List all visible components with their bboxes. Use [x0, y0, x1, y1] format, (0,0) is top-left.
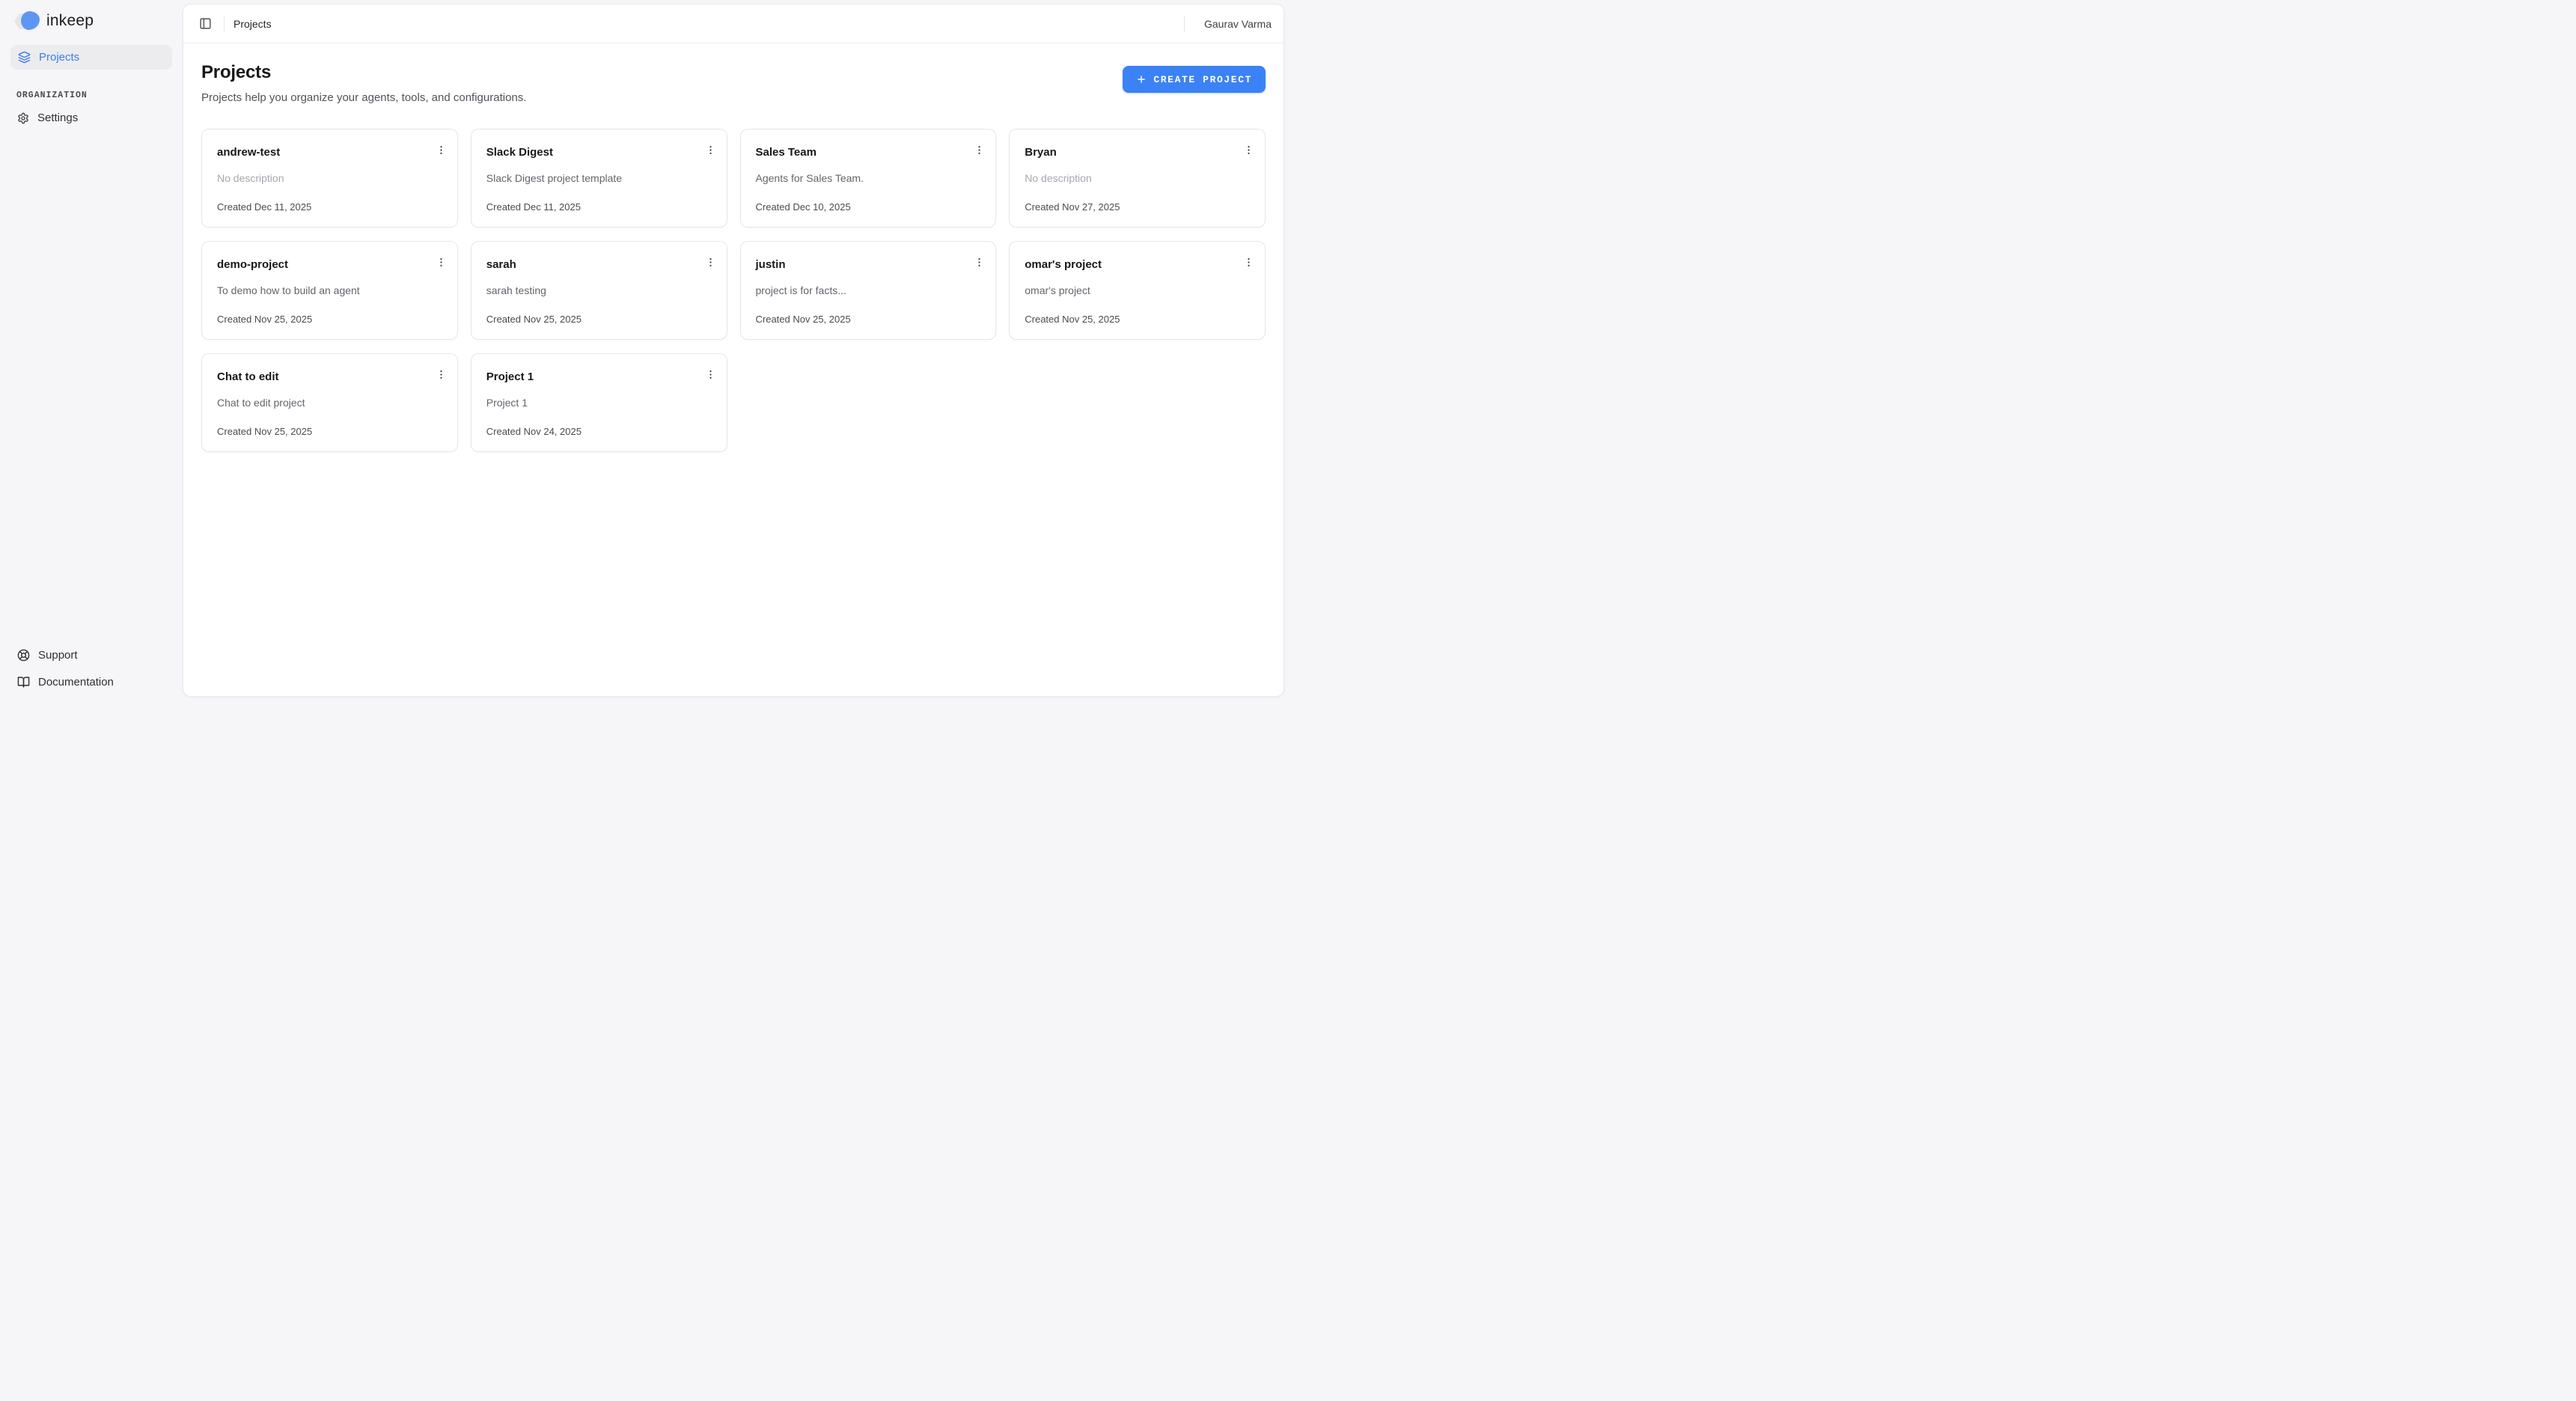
project-menu-button[interactable] — [1242, 255, 1256, 269]
project-created-date: Created Nov 25, 2025 — [486, 314, 712, 326]
organization-section-label: ORGANIZATION — [0, 91, 183, 100]
project-description: project is for facts... — [756, 284, 981, 297]
inkeep-logo[interactable]: inkeep — [0, 10, 183, 32]
page-header: Projects Projects help you organize your… — [201, 62, 1266, 104]
project-description: Chat to edit project — [217, 396, 442, 409]
project-description: sarah testing — [486, 284, 712, 297]
project-created-date: Created Nov 24, 2025 — [486, 426, 712, 438]
project-description: Project 1 — [486, 396, 712, 409]
project-menu-button[interactable] — [972, 143, 986, 157]
sidebar-item-support[interactable]: Support — [0, 644, 183, 666]
kebab-icon — [1243, 257, 1254, 268]
kebab-icon — [974, 144, 985, 156]
project-name: omar's project — [1025, 257, 1102, 272]
sidebar-item-label: Projects — [39, 51, 79, 64]
plus-icon — [1136, 74, 1147, 85]
project-created-date: Created Nov 25, 2025 — [1025, 314, 1250, 326]
projects-grid: andrew-test No description Created Dec 1… — [201, 129, 1266, 452]
project-description: Agents for Sales Team. — [756, 171, 981, 185]
project-description: To demo how to build an agent — [217, 284, 442, 297]
create-project-button[interactable]: CREATE PROJECT — [1123, 66, 1266, 93]
project-created-date: Created Nov 25, 2025 — [217, 426, 442, 438]
sidebar-item-label: Support — [38, 649, 78, 662]
project-menu-button[interactable] — [972, 255, 986, 269]
project-description: omar's project — [1025, 284, 1250, 297]
sidebar-nav: Projects — [0, 45, 183, 70]
sidebar-footer: Support Documentation — [0, 644, 183, 693]
topbar-divider — [224, 16, 225, 32]
kebab-icon — [705, 369, 716, 380]
project-menu-button[interactable] — [703, 255, 718, 269]
project-menu-button[interactable] — [703, 367, 718, 382]
project-name: sarah — [486, 257, 516, 272]
project-name: andrew-test — [217, 145, 280, 160]
project-card[interactable]: Slack Digest Slack Digest project templa… — [471, 129, 727, 228]
project-card[interactable]: Project 1 Project 1 Created Nov 24, 2025 — [471, 353, 727, 452]
project-name: Slack Digest — [486, 145, 553, 160]
project-menu-button[interactable] — [434, 255, 448, 269]
project-name: Sales Team — [756, 145, 817, 160]
sidebar: inkeep Projects ORGANIZATION Settings — [0, 0, 183, 700]
kebab-icon — [436, 369, 447, 380]
sidebar-item-projects[interactable]: Projects — [10, 45, 172, 70]
app-window: inkeep Projects ORGANIZATION Settings — [0, 0, 1288, 700]
breadcrumb[interactable]: Projects — [234, 18, 272, 30]
topbar: Projects Gaurav Varma — [183, 4, 1284, 43]
book-open-icon — [17, 676, 30, 689]
project-card[interactable]: Sales Team Agents for Sales Team. Create… — [740, 129, 997, 228]
project-card[interactable]: justin project is for facts... Created N… — [740, 241, 997, 340]
life-buoy-icon — [17, 649, 30, 662]
project-card[interactable]: omar's project omar's project Created No… — [1009, 241, 1266, 340]
project-card[interactable]: andrew-test No description Created Dec 1… — [201, 129, 458, 228]
project-menu-button[interactable] — [434, 367, 448, 382]
sidebar-item-label: Settings — [37, 112, 78, 124]
project-menu-button[interactable] — [434, 143, 448, 157]
layers-icon — [18, 51, 31, 64]
kebab-icon — [705, 257, 716, 268]
project-menu-button[interactable] — [1242, 143, 1256, 157]
project-description: No description — [217, 171, 442, 185]
user-menu[interactable]: Gaurav Varma — [1204, 18, 1272, 30]
kebab-icon — [705, 144, 716, 156]
kebab-icon — [436, 144, 447, 156]
project-name: Chat to edit — [217, 370, 279, 385]
project-created-date: Created Dec 11, 2025 — [217, 201, 442, 213]
project-card[interactable]: Bryan No description Created Nov 27, 202… — [1009, 129, 1266, 228]
project-name: demo-project — [217, 257, 288, 272]
gear-icon — [17, 112, 29, 124]
page-subtitle: Projects help you organize your agents, … — [201, 91, 526, 104]
project-description: No description — [1025, 171, 1250, 185]
project-created-date: Created Dec 11, 2025 — [486, 201, 712, 213]
sidebar-toggle-button[interactable] — [196, 14, 215, 33]
topbar-right-divider — [1184, 16, 1185, 32]
project-name: Project 1 — [486, 370, 534, 385]
project-created-date: Created Dec 10, 2025 — [756, 201, 981, 213]
sidebar-item-documentation[interactable]: Documentation — [0, 671, 183, 693]
project-card[interactable]: demo-project To demo how to build an age… — [201, 241, 458, 340]
kebab-icon — [1243, 144, 1254, 156]
project-menu-button[interactable] — [703, 143, 718, 157]
main-area: Projects Gaurav Varma Projects Projects … — [183, 0, 1288, 700]
project-name: justin — [756, 257, 786, 272]
inkeep-logo-icon — [14, 11, 40, 31]
project-created-date: Created Nov 27, 2025 — [1025, 201, 1250, 213]
main-panel: Projects Gaurav Varma Projects Projects … — [183, 4, 1284, 697]
page-title: Projects — [201, 62, 526, 83]
sidebar-item-label: Documentation — [38, 676, 114, 689]
brand-name: inkeep — [46, 12, 94, 30]
kebab-icon — [974, 257, 985, 268]
sidebar-item-settings[interactable]: Settings — [0, 107, 183, 129]
panel-left-icon — [199, 17, 212, 30]
kebab-icon — [436, 257, 447, 268]
project-description: Slack Digest project template — [486, 171, 712, 185]
project-name: Bryan — [1025, 145, 1057, 160]
project-created-date: Created Nov 25, 2025 — [756, 314, 981, 326]
project-created-date: Created Nov 25, 2025 — [217, 314, 442, 326]
project-card[interactable]: sarah sarah testing Created Nov 25, 2025 — [471, 241, 727, 340]
project-card[interactable]: Chat to edit Chat to edit project Create… — [201, 353, 458, 452]
page-content: Projects Projects help you organize your… — [183, 43, 1284, 696]
